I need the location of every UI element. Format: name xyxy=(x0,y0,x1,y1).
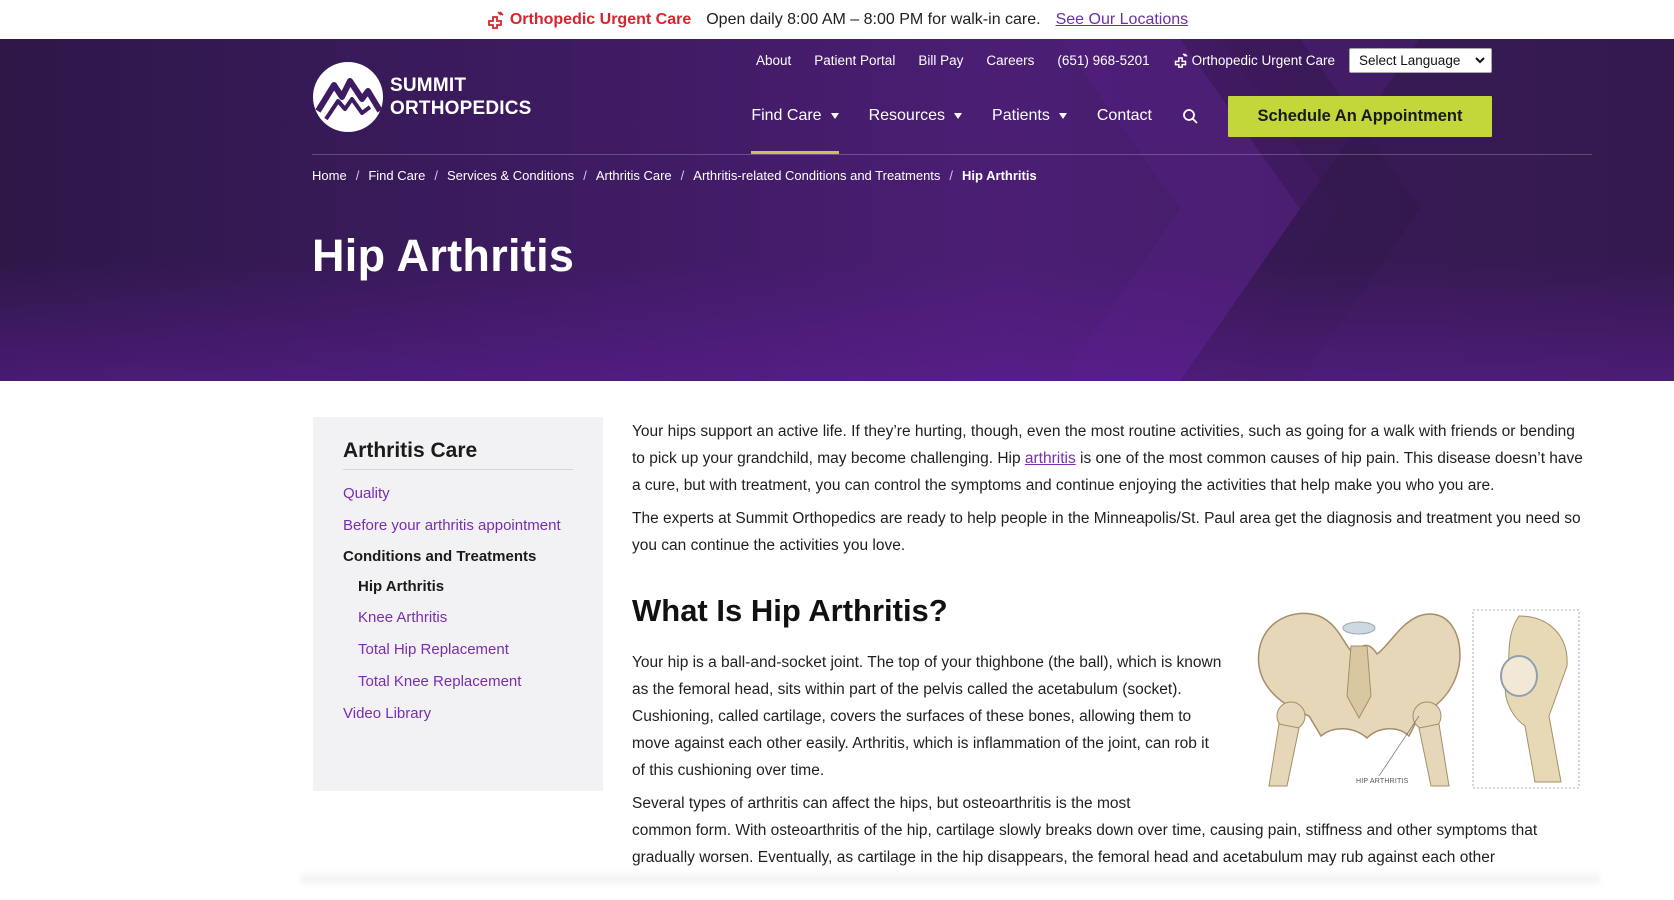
sidebar-nav: Arthritis Care Quality Before your arthr… xyxy=(313,417,603,791)
summit-orthopedics-logo[interactable]: SUMMIT ORTHOPEDICS xyxy=(312,61,532,133)
nav-contact-label: Contact xyxy=(1096,107,1152,124)
nav-divider xyxy=(312,154,1592,155)
osteoarthritis-text-a: Several types of arthritis can affect th… xyxy=(632,795,1131,812)
caret-down-icon xyxy=(830,113,839,119)
schedule-appointment-button[interactable]: Schedule An Appointment xyxy=(1228,95,1492,137)
breadcrumb-separator: / xyxy=(355,168,360,183)
caret-down-icon xyxy=(1058,113,1067,119)
osteoarthritis-text-b: common form. With osteoarthritis of the … xyxy=(632,822,1538,866)
utility-urgent-care-link[interactable]: Orthopedic Urgent Care xyxy=(1173,53,1335,68)
sidebar-item-hip-arthritis[interactable]: Hip Arthritis xyxy=(343,578,573,595)
breadcrumb-services[interactable]: Services & Conditions xyxy=(447,168,574,183)
search-icon xyxy=(1183,109,1198,124)
page-title: Hip Arthritis xyxy=(312,230,575,281)
breadcrumb-separator: / xyxy=(949,168,954,183)
nav-find-care-label: Find Care xyxy=(751,107,822,124)
caret-down-icon xyxy=(954,113,963,119)
breadcrumb-separator: / xyxy=(434,168,439,183)
alert-title-text: Orthopedic Urgent Care xyxy=(509,10,692,28)
sidebar-item-total-knee-replacement[interactable]: Total Knee Replacement xyxy=(343,672,573,691)
pelvis-illustration xyxy=(1257,609,1580,789)
alert-hours: Open daily 8:00 AM – 8:00 PM for walk-in… xyxy=(706,10,1041,28)
breadcrumb-find-care[interactable]: Find Care xyxy=(368,168,425,183)
hero-glow xyxy=(0,261,1674,381)
sidebar-item-knee-arthritis[interactable]: Knee Arthritis xyxy=(343,608,573,627)
sidebar-item-conditions[interactable]: Conditions and Treatments xyxy=(343,548,573,565)
breadcrumb-home[interactable]: Home xyxy=(312,168,347,183)
experts-paragraph: The experts at Summit Orthopedics are re… xyxy=(632,510,1581,554)
nav-contact[interactable]: Contact xyxy=(1097,96,1152,136)
nav-find-care[interactable]: Find Care xyxy=(751,96,839,154)
breadcrumb-separator: / xyxy=(680,168,685,183)
hero-banner xyxy=(0,39,1674,381)
sidebar-item-before-appointment[interactable]: Before your arthritis appointment xyxy=(343,516,573,535)
nav-patients[interactable]: Patients xyxy=(992,96,1067,136)
breadcrumb-arthritis-care[interactable]: Arthritis Care xyxy=(596,168,672,183)
osteoarthritis-paragraph: Several types of arthritis can affect th… xyxy=(632,790,1592,871)
arthritis-link[interactable]: arthritis xyxy=(1025,450,1076,467)
search-button[interactable] xyxy=(1182,108,1198,124)
ball-socket-paragraph: Your hip is a ball-and-socket joint. The… xyxy=(632,654,1222,779)
breadcrumb-separator: / xyxy=(583,168,587,183)
urgent-care-icon xyxy=(487,10,504,29)
utility-about-link[interactable]: About xyxy=(756,53,791,68)
sidebar-item-quality[interactable]: Quality xyxy=(343,484,573,503)
breadcrumb-related[interactable]: Arthritis-related Conditions and Treatme… xyxy=(693,168,940,183)
mountain-logo-icon xyxy=(313,62,383,132)
nav-patients-label: Patients xyxy=(992,107,1050,124)
sidebar-item-video-library[interactable]: Video Library xyxy=(343,704,573,723)
bottom-shadow xyxy=(300,872,1600,886)
sidebar-title: Arthritis Care xyxy=(343,439,573,470)
urgent-care-alert-bar: Orthopedic Urgent Care Open daily 8:00 A… xyxy=(0,0,1674,39)
utility-phone-link[interactable]: (651) 968-5201 xyxy=(1057,53,1149,68)
figure-caption: HIP ARTHRITIS xyxy=(1356,778,1409,785)
nav-resources-label: Resources xyxy=(868,107,946,124)
language-select-value: Select Language xyxy=(1359,53,1461,68)
sidebar-item-total-hip-replacement[interactable]: Total Hip Replacement xyxy=(343,640,573,659)
chevron-down-icon xyxy=(1475,57,1485,64)
logo-line-2: ORTHOPEDICS xyxy=(390,98,532,119)
language-select[interactable]: Select Language xyxy=(1349,48,1492,73)
utility-careers-link[interactable]: Careers xyxy=(986,53,1034,68)
nav-resources[interactable]: Resources xyxy=(868,96,963,136)
urgent-care-icon xyxy=(1174,53,1188,68)
utility-nav: About Patient Portal Bill Pay Careers (6… xyxy=(733,48,1492,73)
logo-wordmark: SUMMIT ORTHOPEDICS xyxy=(390,74,532,120)
logo-line-1: SUMMIT xyxy=(390,75,467,96)
alert-title[interactable]: Orthopedic Urgent Care xyxy=(486,11,691,29)
hip-anatomy-illustration: HIP ARTHRITIS xyxy=(1249,606,1581,792)
intro-paragraph: Your hips support an active life. If the… xyxy=(632,418,1592,499)
main-nav: Find Care Resources Patients Contact Sch… xyxy=(751,95,1492,154)
utility-urgent-care-label: Orthopedic Urgent Care xyxy=(1191,53,1335,68)
see-locations-link[interactable]: See Our Locations xyxy=(1056,11,1189,29)
utility-bill-pay-link[interactable]: Bill Pay xyxy=(918,53,963,68)
breadcrumb: Home / Find Care / Services & Conditions… xyxy=(312,168,1037,183)
utility-patient-portal-link[interactable]: Patient Portal xyxy=(814,53,895,68)
breadcrumb-current: Hip Arthritis xyxy=(962,168,1037,183)
